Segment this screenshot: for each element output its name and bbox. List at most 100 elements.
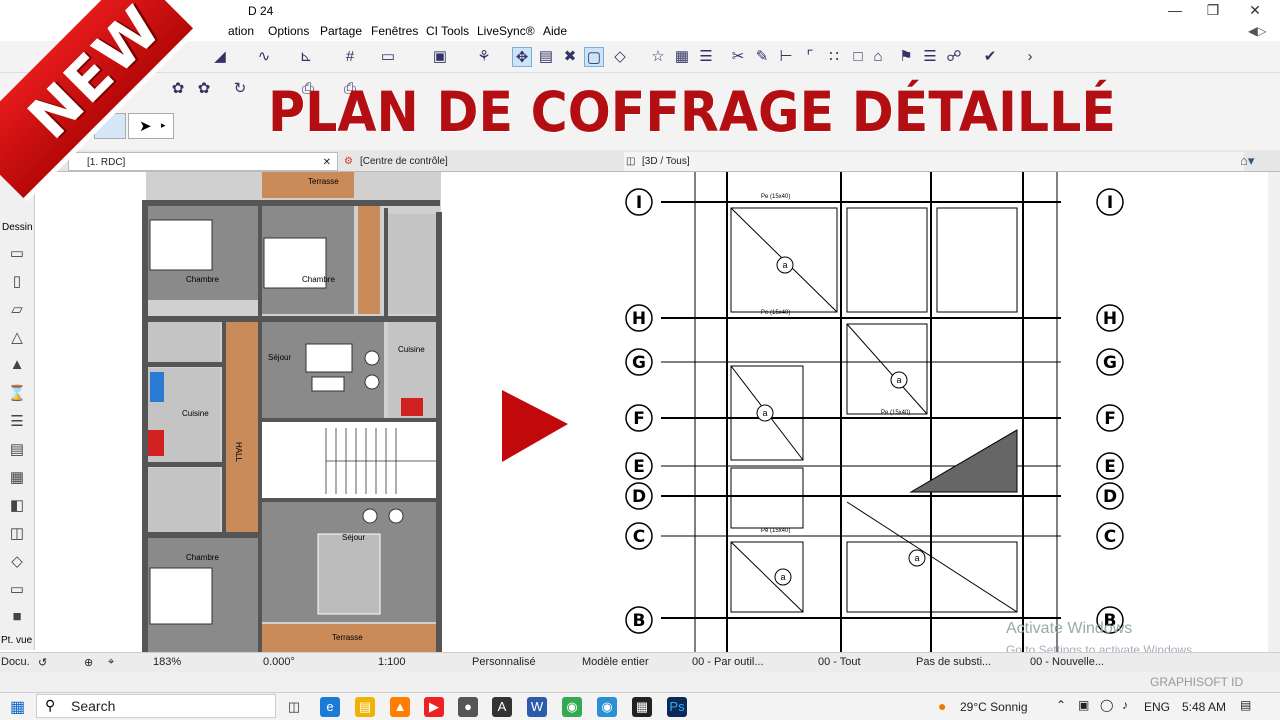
wall-tool-icon[interactable]: ▭ xyxy=(6,244,28,266)
new-renovation[interactable]: 00 - Nouvelle... xyxy=(1030,656,1104,668)
shell-tool-icon[interactable]: ⌛ xyxy=(6,384,28,406)
layout-icon[interactable]: ▣ xyxy=(430,47,450,67)
tray-arrow-icon[interactable]: ⌃ xyxy=(1056,698,1066,712)
view-options-icon[interactable]: ⌂▾ xyxy=(1240,153,1254,169)
room-label: Séjour xyxy=(268,353,291,362)
split-icon[interactable]: □ xyxy=(848,47,868,67)
window-tool-icon[interactable]: ◫ xyxy=(6,524,28,546)
scale-value[interactable]: 1:100 xyxy=(378,656,406,668)
layer2-icon[interactable]: ✿ xyxy=(194,79,214,99)
svg-text:I: I xyxy=(636,193,642,213)
graphisoft-id[interactable]: GRAPHISOFT ID xyxy=(1150,675,1243,689)
layer-icon[interactable]: ✿ xyxy=(168,79,188,99)
svg-text:F: F xyxy=(1104,409,1116,429)
select-icon[interactable]: ▢ xyxy=(584,47,604,67)
arrow-tool-button[interactable]: ➤ ▸ xyxy=(128,113,174,139)
substitution-combo[interactable]: Pas de substi... xyxy=(916,656,991,668)
guide-icon[interactable]: ⊾ xyxy=(296,47,316,67)
railing-tool-icon[interactable]: ▤ xyxy=(6,440,28,462)
slab-label: a xyxy=(782,260,787,270)
floor-plan-view[interactable]: Terrasse Chambre Chambre Séjour Cuisine … xyxy=(36,172,620,652)
curtain-wall-icon[interactable]: ▦ xyxy=(6,468,28,490)
beam-label: Pe (15x40) xyxy=(761,194,790,200)
move-icon[interactable]: ✥ xyxy=(512,47,532,67)
morph-tool-icon[interactable]: ■ xyxy=(6,608,28,630)
menu-item-partage[interactable]: Partage xyxy=(320,24,362,38)
pen-set[interactable]: Personnalisé xyxy=(472,656,536,668)
trim-icon[interactable]: ⊢ xyxy=(776,47,796,67)
model-view-option[interactable]: Modèle entier xyxy=(582,656,649,668)
column-tool-icon[interactable]: ▯ xyxy=(6,272,28,294)
room-label: Séjour xyxy=(342,533,365,542)
slab-label: a xyxy=(914,553,919,563)
volume-icon[interactable]: ♪ xyxy=(1122,698,1128,712)
menu-item-conception[interactable]: ation xyxy=(228,24,254,38)
image-icon[interactable]: ▦ xyxy=(672,47,692,67)
menu-options-icon[interactable]: ◀▷ xyxy=(1248,24,1266,38)
structural-plan-view[interactable]: I I H H G G F F E E D D C C B B Pe (15x4… xyxy=(621,172,1268,652)
tab-3d[interactable]: ◫ [3D / Tous] xyxy=(624,152,1244,171)
beam-tool-icon[interactable]: ▱ xyxy=(6,300,28,322)
tab-control-center[interactable]: ⚙ [Centre de contrôle] xyxy=(342,152,612,171)
vertical-scrollbar[interactable] xyxy=(1268,172,1280,652)
zoom-in-icon[interactable]: ⊕ xyxy=(84,656,93,669)
adjust-icon[interactable]: ✎ xyxy=(752,47,772,67)
grid-icon[interactable]: # xyxy=(340,47,360,67)
notification-icon[interactable]: ▤ xyxy=(1240,698,1251,712)
refresh-icon[interactable]: ↻ xyxy=(230,79,250,99)
offset-icon[interactable]: ∷ xyxy=(824,47,844,67)
close-tab-icon[interactable]: ✕ xyxy=(323,153,331,172)
zoom-level[interactable]: 183% xyxy=(153,656,181,668)
room-label: Terrasse xyxy=(308,177,339,186)
menu-item-ci-tools[interactable]: CI Tools xyxy=(426,24,469,38)
layer-combo-2[interactable]: 00 - Tout xyxy=(818,656,861,668)
network-icon[interactable]: ▣ xyxy=(1078,698,1089,712)
clock[interactable]: 5:48 AM xyxy=(1182,700,1226,714)
triangle-tool-icon[interactable]: ◢ xyxy=(210,47,230,67)
corner-icon[interactable]: ⌜ xyxy=(800,47,820,67)
stack-icon[interactable]: ☰ xyxy=(696,47,716,67)
object-tool-icon[interactable]: ◇ xyxy=(6,552,28,574)
table-icon[interactable]: ▤ xyxy=(536,47,556,67)
tab-label: [Centre de contrôle] xyxy=(360,156,448,167)
door-tool-icon[interactable]: ◧ xyxy=(6,496,28,518)
zoom-fit-icon[interactable]: ⌖ xyxy=(108,656,114,669)
check-icon[interactable]: ✔ xyxy=(980,47,1000,67)
star-icon[interactable]: ☆ xyxy=(648,47,668,67)
weather-text[interactable]: 29°C Sonnig xyxy=(960,700,1028,714)
eraser-icon[interactable]: ▭ xyxy=(378,47,398,67)
minimize-icon[interactable]: — xyxy=(1160,2,1190,20)
lock-icon[interactable]: ⚘ xyxy=(474,47,494,67)
menu-item-livesync[interactable]: LiveSync® xyxy=(477,24,535,38)
title-bar: D 24 — ❐ ✕ xyxy=(0,0,1280,22)
menu-item-options[interactable]: Options xyxy=(268,24,309,38)
scissors-icon[interactable]: ✂ xyxy=(728,47,748,67)
rotation-angle[interactable]: 0.000° xyxy=(263,656,295,668)
undo-zoom-icon[interactable]: ↺ xyxy=(38,656,47,669)
close-icon[interactable]: ✕ xyxy=(1240,2,1270,20)
hotlink-icon[interactable]: ☍ xyxy=(944,47,964,67)
globe-icon[interactable]: ◯ xyxy=(1100,698,1113,712)
property-icon[interactable]: ☰ xyxy=(920,47,940,67)
flag-icon[interactable]: ⚑ xyxy=(896,47,916,67)
more-icon[interactable]: › xyxy=(1020,47,1040,67)
slab-label: a xyxy=(762,408,767,418)
snap-icon[interactable]: ∿ xyxy=(254,47,274,67)
toolbox-section-view[interactable]: Pt. vue xyxy=(1,635,32,646)
maximize-icon[interactable]: ❐ xyxy=(1198,2,1228,20)
floor-plan-drawing: Terrasse Chambre Chambre Séjour Cuisine … xyxy=(142,172,568,652)
roof-tool-icon[interactable]: ▲ xyxy=(6,356,28,378)
svg-text:H: H xyxy=(632,309,646,329)
menu-item-fenetres[interactable]: Fenêtres xyxy=(371,24,418,38)
cross-icon[interactable]: ✖ xyxy=(560,47,580,67)
layer-combo[interactable]: 00 - Par outil... xyxy=(692,656,764,668)
zone-tool-icon[interactable]: ▭ xyxy=(6,580,28,602)
stair-tool-icon[interactable]: ☰ xyxy=(6,412,28,434)
slab-tool-icon[interactable]: △ xyxy=(6,328,28,350)
tab-floor-plan[interactable]: [1. RDC] ✕ xyxy=(68,152,338,171)
language-indicator[interactable]: ENG xyxy=(1144,700,1170,714)
play-arrow-icon xyxy=(502,390,568,462)
roof-icon[interactable]: ⌂ xyxy=(868,47,888,67)
shape-icon[interactable]: ◇ xyxy=(610,47,630,67)
menu-item-aide[interactable]: Aide xyxy=(543,24,567,38)
